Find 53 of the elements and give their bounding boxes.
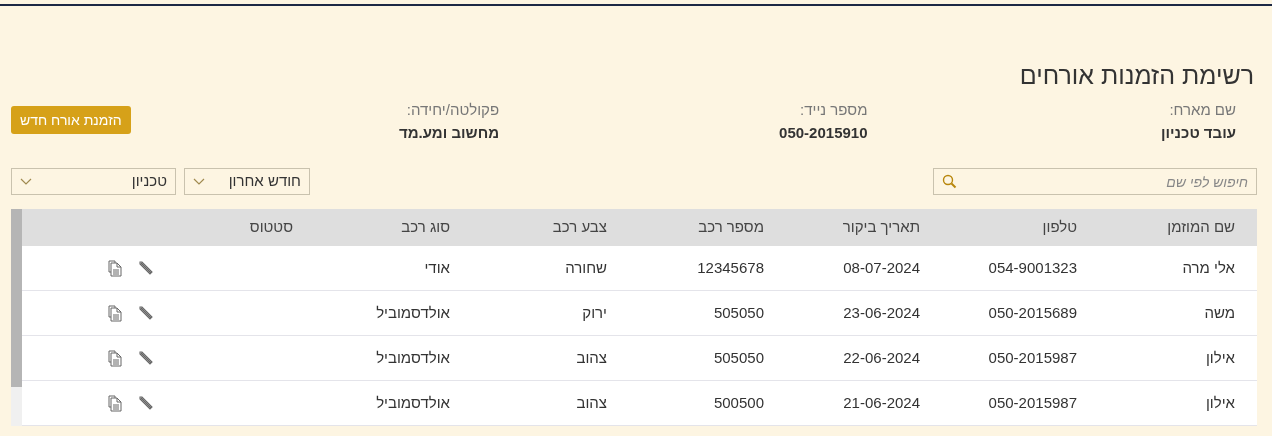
column-header: שם המוזמן <box>1166 217 1236 238</box>
column-header: סוג רכב <box>400 217 451 238</box>
pencil-icon[interactable] <box>138 395 154 411</box>
copy-document-icon[interactable] <box>108 349 122 367</box>
table-cell-text: אילון <box>1204 392 1236 413</box>
copy-document-icon[interactable] <box>108 259 122 277</box>
search-field[interactable]: חיפוש לפי שם <box>933 168 1257 195</box>
copy-document-icon[interactable] <box>108 394 122 412</box>
search-icon[interactable] <box>942 174 957 189</box>
table-cell-text: אולדסמוביל <box>375 347 451 368</box>
filter-dropdown[interactable]: חודש אחרון <box>184 168 310 195</box>
table-cell-text: 050-2015987 <box>987 347 1078 368</box>
table-cell-text: 12345678 <box>696 257 765 278</box>
chevron-down-icon <box>193 178 205 185</box>
column-header: טלפון <box>1041 217 1078 238</box>
table-cell-text: צהוב <box>575 347 608 368</box>
table-cell-text: צהוב <box>575 392 608 413</box>
chevron-down-icon <box>20 178 32 185</box>
filter-dropdown[interactable]: טכניון <box>11 168 176 195</box>
table-cell-text: 08-07-2024 <box>842 257 921 278</box>
table-cell-text: אלי מרה <box>1181 257 1236 278</box>
column-header: צבע רכב <box>551 217 608 238</box>
table-cell-text: ירוק <box>581 302 608 323</box>
field-label: שם מארח: <box>1169 100 1236 120</box>
pencil-icon[interactable] <box>138 350 154 366</box>
scrollbar[interactable] <box>11 209 22 426</box>
field-label: מספר נייד: <box>800 100 868 120</box>
field-label: פקולטה/יחידה: <box>406 100 500 120</box>
column-header: תאריך ביקור <box>841 217 921 238</box>
column-header: סטטוס <box>248 217 294 238</box>
table-cell-text: 050-2015689 <box>987 302 1078 323</box>
table-cell-text: 22-06-2024 <box>842 347 921 368</box>
table-cell-text: אולדסמוביל <box>375 392 451 413</box>
table-cell-text: 050-2015987 <box>987 392 1078 413</box>
page-title: רשימת הזמנות אורחים <box>1018 60 1255 90</box>
table-cell-text: משה <box>1203 302 1236 323</box>
pencil-icon[interactable] <box>138 305 154 321</box>
table-cell-text: 500500 <box>712 392 765 413</box>
field-value: עובד טכניון <box>1161 123 1236 143</box>
table-cell-text: 21-06-2024 <box>842 392 921 413</box>
field-value: 050-2015910 <box>779 123 868 143</box>
field-value: מחשוב ומע.מד <box>398 123 500 143</box>
table-cell-text: 505050 <box>712 302 765 323</box>
table-cell-text: 23-06-2024 <box>842 302 921 323</box>
table-cell-text: שחורה <box>564 257 608 278</box>
table-cell-text: אודי <box>423 257 451 278</box>
table-cell-text: אילון <box>1204 347 1236 368</box>
pencil-icon[interactable] <box>138 260 154 276</box>
table-cell-text: אולדסמוביל <box>375 302 451 323</box>
table-cell-text: 505050 <box>712 347 765 368</box>
table-cell-text: 054-9001323 <box>987 257 1078 278</box>
column-header: מספר רכב <box>697 217 765 238</box>
copy-document-icon[interactable] <box>108 304 122 322</box>
